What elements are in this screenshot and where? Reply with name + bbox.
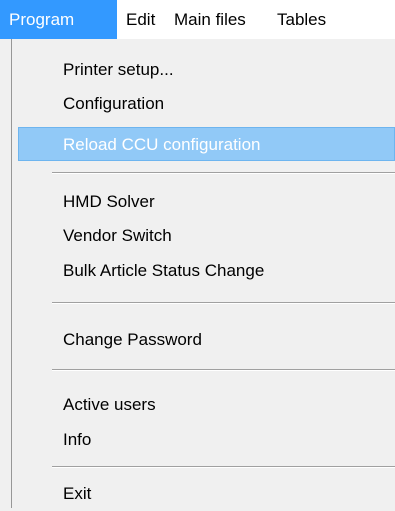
menu-edit[interactable]: Edit (117, 0, 164, 39)
menu-item-reload-ccu-configuration[interactable]: Reload CCU configuration (18, 127, 395, 161)
program-dropdown-menu: Printer setup... Configuration Reload CC… (11, 39, 395, 508)
menu-item-info[interactable]: Info (18, 423, 395, 457)
menu-main-files[interactable]: Main files (165, 0, 255, 39)
menu-item-vendor-switch[interactable]: Vendor Switch (18, 219, 395, 253)
menu-item-change-password[interactable]: Change Password (18, 323, 395, 357)
menu-tables[interactable]: Tables (268, 0, 335, 39)
menu-item-exit[interactable]: Exit (18, 477, 395, 511)
menu-program[interactable]: Program (0, 0, 117, 39)
menu-separator (52, 466, 395, 468)
menu-bar: Program Edit Main files Tables (0, 0, 395, 39)
menu-item-bulk-article-status-change[interactable]: Bulk Article Status Change (18, 254, 395, 288)
menu-separator (52, 172, 395, 174)
menu-item-hmd-solver[interactable]: HMD Solver (18, 185, 395, 219)
menu-item-printer-setup[interactable]: Printer setup... (18, 53, 395, 87)
menu-item-active-users[interactable]: Active users (18, 388, 395, 422)
menu-separator (52, 369, 395, 371)
menu-separator (52, 302, 395, 304)
menu-item-configuration[interactable]: Configuration (18, 87, 395, 121)
